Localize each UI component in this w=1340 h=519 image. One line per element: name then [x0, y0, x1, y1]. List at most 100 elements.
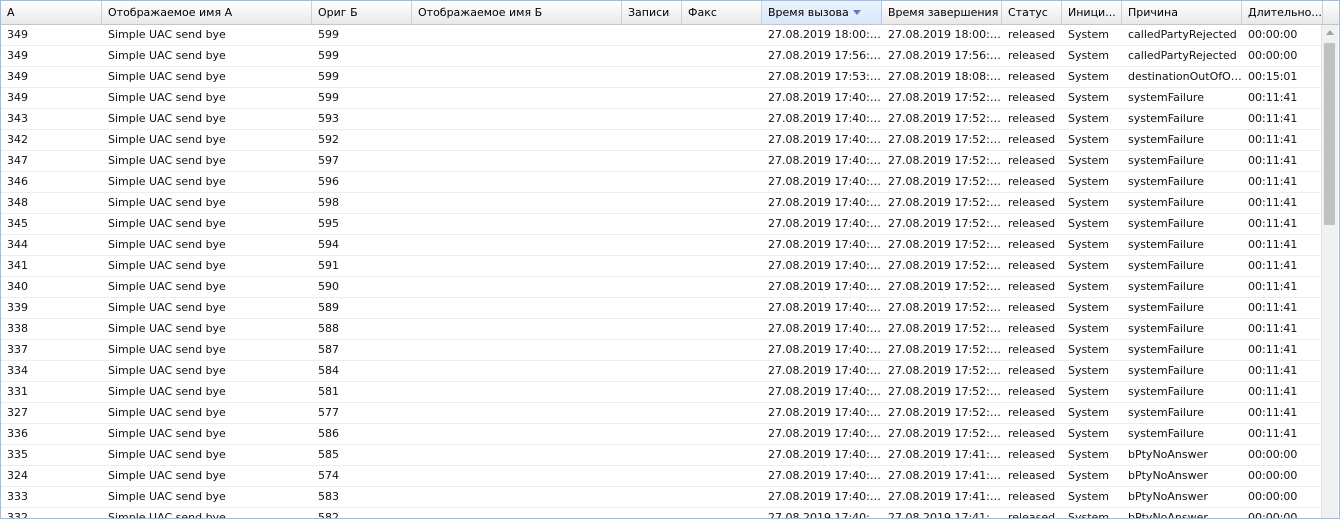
table-row[interactable]: 341 Simple UAC send bye 591 27.08.2019 17:4…: [1, 256, 1323, 277]
cell-call-time: 27.08.2019 17:40:42: [768, 511, 882, 519]
cell-display-name-a: Simple UAC send bye: [108, 322, 226, 335]
table-row[interactable]: 345 Simple UAC send bye 595 27.08.2019 17:4…: [1, 214, 1323, 235]
table-row[interactable]: 349 Simple UAC send bye 599 27.08.2019 18:0…: [1, 25, 1323, 46]
column-header-duration[interactable]: Длительно...: [1242, 1, 1323, 24]
table-row[interactable]: 332 Simple UAC send bye 582 27.08.2019 17:4…: [1, 508, 1323, 519]
cell-call-time: 27.08.2019 17:40:43: [768, 343, 882, 356]
table-row[interactable]: 337 Simple UAC send bye 587 27.08.2019 17:4…: [1, 340, 1323, 361]
cell-status: released: [1008, 364, 1056, 377]
table-row[interactable]: 347 Simple UAC send bye 597 27.08.2019 17:4…: [1, 151, 1323, 172]
cell-initiator: System: [1068, 448, 1110, 461]
table-row[interactable]: 349 Simple UAC send bye 599 27.08.2019 17:5…: [1, 46, 1323, 67]
cell-a-number: 346: [7, 175, 28, 188]
cell-recordings: [622, 277, 682, 297]
cell-display-name-b: [412, 508, 622, 518]
cell-duration: 00:11:41: [1248, 238, 1298, 251]
cell-display-name-b: [412, 46, 622, 66]
cell-display-name-a: Simple UAC send bye: [108, 49, 226, 62]
cell-call-time: 27.08.2019 17:40:43: [768, 322, 882, 335]
column-header-end-time[interactable]: Время завершения: [882, 1, 1002, 24]
cell-call-time: 27.08.2019 17:40:43: [768, 196, 882, 209]
table-row[interactable]: 349 Simple UAC send bye 599 27.08.2019 17:5…: [1, 67, 1323, 88]
cell-duration: 00:11:41: [1248, 406, 1298, 419]
table-row[interactable]: 324 Simple UAC send bye 574 27.08.2019 17:4…: [1, 466, 1323, 487]
cell-display-name-b: [412, 67, 622, 87]
sort-descending-icon[interactable]: [852, 9, 861, 15]
cell-status: released: [1008, 448, 1056, 461]
cell-initiator: System: [1068, 301, 1110, 314]
cell-reason: calledPartyRejected: [1128, 28, 1237, 41]
cell-a-number: 337: [7, 343, 28, 356]
cell-status: released: [1008, 385, 1056, 398]
cell-end-time: 27.08.2019 17:52:27: [888, 154, 1002, 167]
column-header-call-time[interactable]: Время вызова: [762, 1, 882, 24]
cell-display-name-b: [412, 361, 622, 381]
table-row[interactable]: 327 Simple UAC send bye 577 27.08.2019 17:4…: [1, 403, 1323, 424]
cell-status: released: [1008, 427, 1056, 440]
column-header-fax[interactable]: Факс: [682, 1, 762, 24]
cell-orig-b: 581: [318, 385, 339, 398]
cell-fax: [682, 130, 762, 150]
column-header-recordings[interactable]: Записи: [622, 1, 682, 24]
cell-end-time: 27.08.2019 17:41:43: [888, 511, 1002, 519]
cell-a-number: 341: [7, 259, 28, 272]
table-row[interactable]: 339 Simple UAC send bye 589 27.08.2019 17:4…: [1, 298, 1323, 319]
table-row[interactable]: 344 Simple UAC send bye 594 27.08.2019 17:4…: [1, 235, 1323, 256]
column-header-initiator[interactable]: Иници...: [1062, 1, 1122, 24]
cell-initiator: System: [1068, 511, 1110, 519]
cell-display-name-a: Simple UAC send bye: [108, 28, 226, 41]
column-header-a-number[interactable]: А: [1, 1, 102, 24]
cell-call-time: 27.08.2019 17:40:43: [768, 154, 882, 167]
table-row[interactable]: 336 Simple UAC send bye 586 27.08.2019 17:4…: [1, 424, 1323, 445]
cell-status: released: [1008, 154, 1056, 167]
table-row[interactable]: 348 Simple UAC send bye 598 27.08.2019 17:4…: [1, 193, 1323, 214]
table-row[interactable]: 349 Simple UAC send bye 599 27.08.2019 17:4…: [1, 88, 1323, 109]
cell-status: released: [1008, 238, 1056, 251]
column-header-orig-b[interactable]: Ориг Б: [312, 1, 412, 24]
cell-orig-b: 599: [318, 28, 339, 41]
table-row[interactable]: 340 Simple UAC send bye 590 27.08.2019 17:4…: [1, 277, 1323, 298]
cell-fax: [682, 67, 762, 87]
cell-end-time: 27.08.2019 17:52:28: [888, 343, 1002, 356]
column-header-display-name-b[interactable]: Отображаемое имя Б: [412, 1, 622, 24]
cell-duration: 00:11:41: [1248, 427, 1298, 440]
vertical-scrollbar[interactable]: [1321, 25, 1338, 518]
cell-recordings: [622, 67, 682, 87]
table-row[interactable]: 331 Simple UAC send bye 581 27.08.2019 17:4…: [1, 382, 1323, 403]
table-row[interactable]: 335 Simple UAC send bye 585 27.08.2019 17:4…: [1, 445, 1323, 466]
column-header-label: Причина: [1128, 6, 1178, 19]
table-row[interactable]: 343 Simple UAC send bye 593 27.08.2019 17:4…: [1, 109, 1323, 130]
cell-reason: bPtyNoAnswer: [1128, 511, 1208, 519]
cell-end-time: 27.08.2019 17:52:27: [888, 259, 1002, 272]
cell-orig-b: 595: [318, 217, 339, 230]
cell-display-name-a: Simple UAC send bye: [108, 133, 226, 146]
cell-initiator: System: [1068, 91, 1110, 104]
column-header-display-name-a[interactable]: Отображаемое имя А: [102, 1, 312, 24]
cell-duration: 00:00:00: [1248, 28, 1298, 41]
cell-duration: 00:11:41: [1248, 133, 1298, 146]
cell-end-time: 27.08.2019 17:41:43: [888, 469, 1002, 482]
cell-initiator: System: [1068, 364, 1110, 377]
cell-reason: systemFailure: [1128, 175, 1204, 188]
cell-reason: systemFailure: [1128, 133, 1204, 146]
cell-orig-b: 587: [318, 343, 339, 356]
cell-call-time: 27.08.2019 17:40:42: [768, 385, 882, 398]
scroll-up-arrow-icon[interactable]: [1326, 30, 1334, 35]
cell-a-number: 347: [7, 154, 28, 167]
column-header-label: Отображаемое имя Б: [418, 6, 543, 19]
table-row[interactable]: 333 Simple UAC send bye 583 27.08.2019 17:4…: [1, 487, 1323, 508]
column-header-reason[interactable]: Причина: [1122, 1, 1242, 24]
table-row[interactable]: 338 Simple UAC send bye 588 27.08.2019 17:4…: [1, 319, 1323, 340]
cell-recordings: [622, 256, 682, 276]
scroll-thumb[interactable]: [1324, 43, 1335, 225]
table-row[interactable]: 342 Simple UAC send bye 592 27.08.2019 17:4…: [1, 130, 1323, 151]
cell-initiator: System: [1068, 49, 1110, 62]
cell-display-name-b: [412, 298, 622, 318]
cell-initiator: System: [1068, 343, 1110, 356]
column-header-status[interactable]: Статус: [1002, 1, 1062, 24]
cell-display-name-a: Simple UAC send bye: [108, 364, 226, 377]
table-row[interactable]: 346 Simple UAC send bye 596 27.08.2019 17:4…: [1, 172, 1323, 193]
table-row[interactable]: 334 Simple UAC send bye 584 27.08.2019 17:4…: [1, 361, 1323, 382]
cell-recordings: [622, 403, 682, 423]
cell-duration: 00:00:00: [1248, 448, 1298, 461]
